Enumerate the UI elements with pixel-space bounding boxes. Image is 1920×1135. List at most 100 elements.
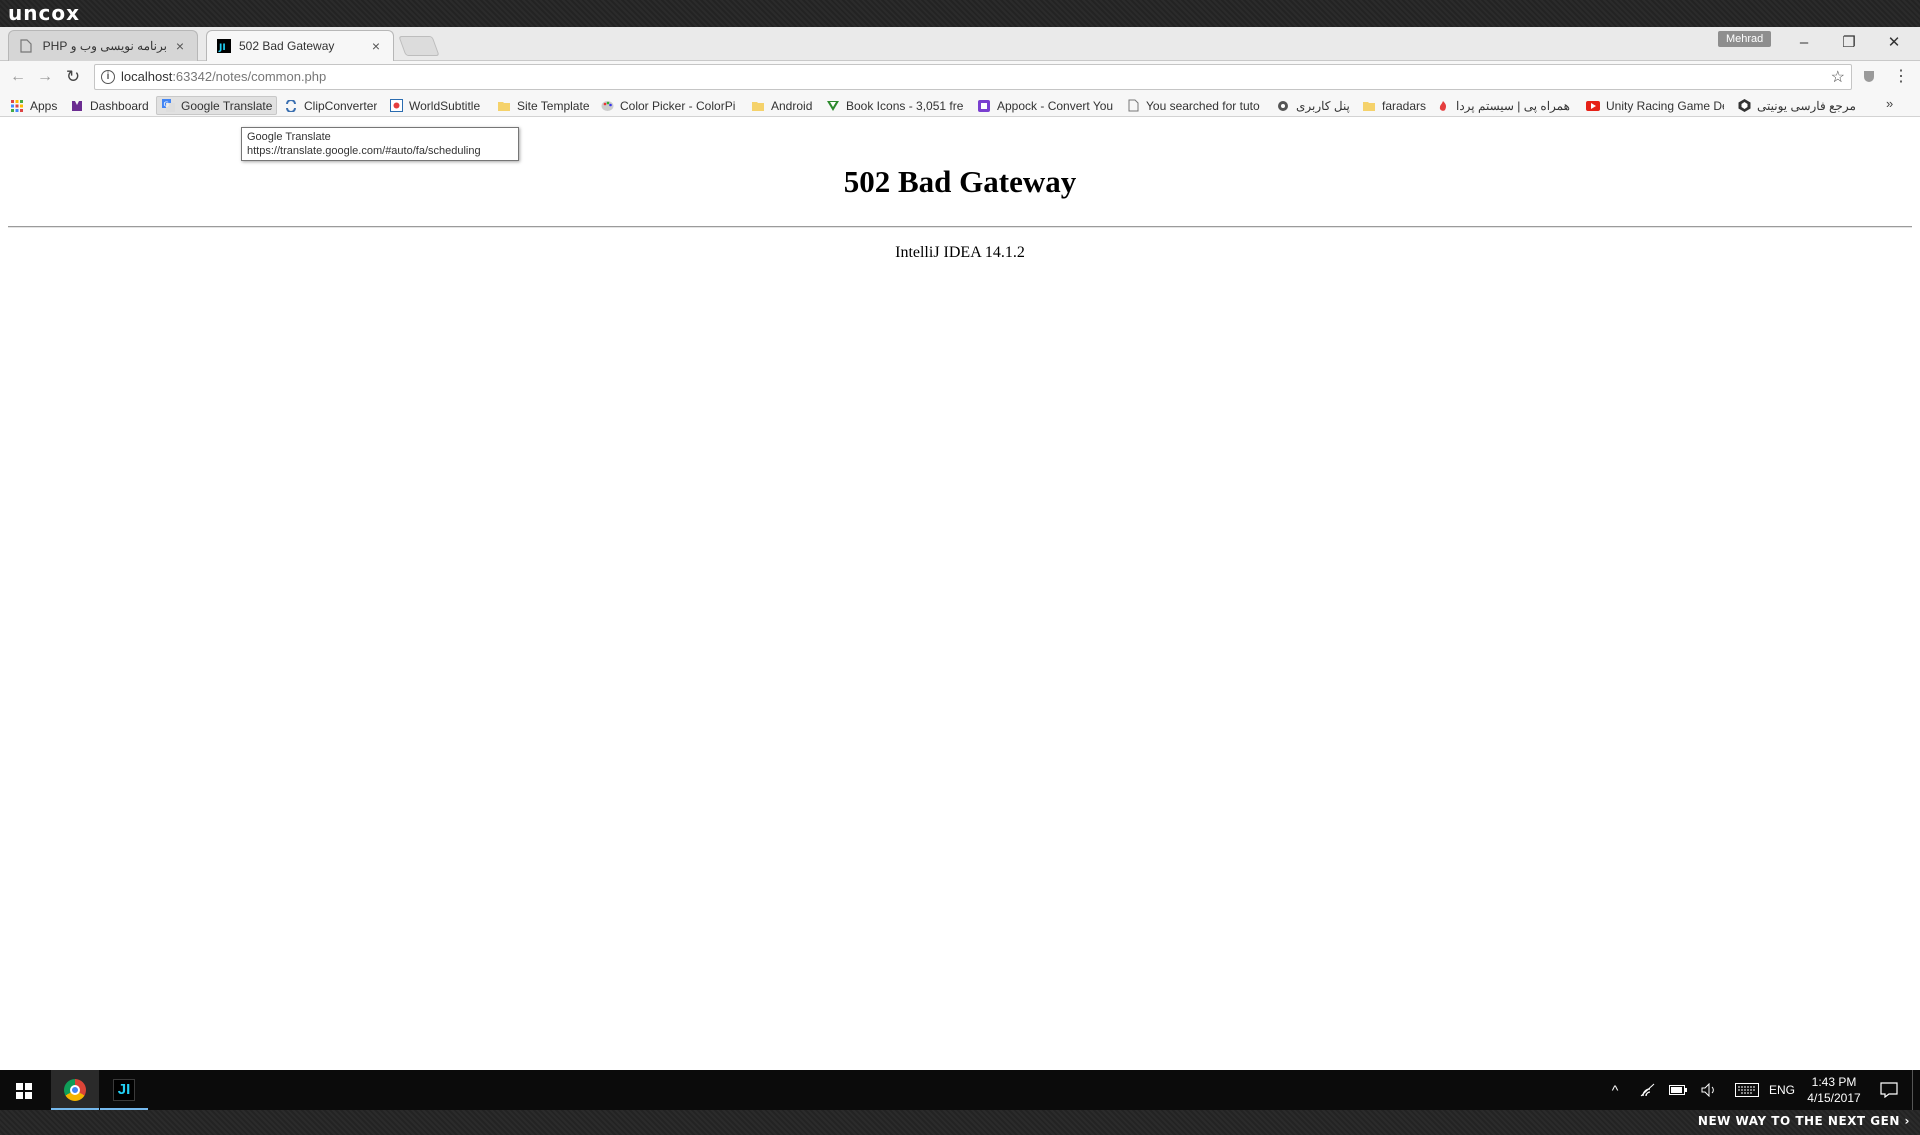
bookmark-label: You searched for tuto [1146,98,1260,113]
address-bar[interactable]: i localhost:63342/notes/common.php ☆ [94,64,1852,90]
tab-bad-gateway[interactable]: JI 502 Bad Gateway × [206,30,394,61]
page-icon [1126,99,1140,113]
book-icons-icon [826,99,840,113]
bookmark-label: Android [771,98,813,113]
bookmark-search-results[interactable]: You searched for tuto [1126,96,1264,115]
bookmarks-bar: Apps Dashboard G Google Translate ClipCo… [0,93,1920,117]
bookmark-label: Dashboard [90,98,149,113]
bookmark-unity-racing[interactable]: Unity Racing Game De [1586,96,1724,115]
clock-date: 4/15/2017 [1807,1091,1861,1105]
show-hidden-icons-button[interactable]: ^ [1603,1070,1627,1110]
screen: uncox برنامه نویسی وب و PHP د × JI 502 B… [0,0,1920,1135]
bookmark-color-picker[interactable]: Color Picker - ColorPi [600,96,740,115]
tab-strip: برنامه نویسی وب و PHP د × JI 502 Bad Gat… [0,27,1920,61]
bookmark-google-translate[interactable]: G Google Translate [156,96,278,115]
apps-grid-icon [10,99,24,113]
server-signature: IntelliJ IDEA 14.1.2 [895,244,1025,261]
bookmark-unity-reference[interactable]: مرجع فارسی یونیتی [1737,96,1856,115]
url-path: :63342/notes/common.php [172,69,327,84]
bookmark-dashboard[interactable]: Dashboard [70,96,149,115]
bottom-banner: NEW WAY TO THE NEXT GEN › [0,1110,1920,1135]
taskbar-intellij[interactable]: JI [100,1070,148,1110]
tab-close-button[interactable]: × [173,38,187,54]
system-clock[interactable]: 1:43 PM 4/15/2017 [1798,1074,1870,1106]
bookmark-book-icons[interactable]: Book Icons - 3,051 fre [826,96,966,115]
bookmark-label: Unity Racing Game De [1606,98,1724,113]
bookmark-apps[interactable]: Apps [10,96,57,115]
clock-time: 1:43 PM [1811,1075,1857,1089]
extension-icon[interactable] [1860,68,1878,86]
network-icon[interactable] [1636,1070,1660,1110]
taskbar-chrome[interactable] [51,1070,99,1110]
bookmark-label: WorldSubtitle [409,98,481,113]
intellij-icon: JI [217,39,231,53]
horizontal-rule [8,226,1912,228]
dashboard-icon [70,99,84,113]
bookmark-label: Book Icons - 3,051 fre [846,98,964,113]
bookmark-label: Google Translate [181,98,273,113]
folder-icon [751,99,765,113]
minimize-button[interactable]: – [1784,31,1824,55]
restore-button[interactable]: ❐ [1829,31,1869,55]
reload-button[interactable]: ↻ [61,65,85,89]
taskbar: JI ^ ENG 1:43 PM 4/15/2017 [0,1070,1920,1110]
bookmark-hamrahpay[interactable]: همراه پی | سیستم پردا [1436,96,1576,115]
bookmark-star-icon[interactable]: ☆ [1831,67,1845,87]
clipconverter-icon [284,99,298,113]
bookmark-label: ClipConverter [304,98,378,113]
close-window-button[interactable]: ✕ [1874,31,1914,55]
palette-icon [600,99,614,113]
bookmark-faradars[interactable]: faradars [1362,96,1426,115]
tab-close-button[interactable]: × [369,38,383,54]
url-host: localhost [121,69,173,84]
bookmark-site-template[interactable]: Site Template [497,96,590,115]
start-button[interactable] [0,1070,48,1110]
back-button[interactable]: ← [6,65,30,89]
brand-logo: uncox [8,1,80,25]
page-content: 502 Bad Gateway IntelliJ IDEA 14.1.2 [0,118,1920,1070]
bookmark-label: مرجع فارسی یونیتی [1757,98,1856,113]
volume-icon[interactable] [1697,1070,1721,1110]
browser-window: برنامه نویسی وب و PHP د × JI 502 Bad Gat… [0,27,1920,1070]
action-center-icon[interactable] [1874,1070,1904,1110]
new-tab-button[interactable] [398,36,440,56]
gear-icon [1276,99,1290,113]
profile-badge[interactable]: Mehrad [1718,31,1772,47]
show-desktop-divider[interactable] [1912,1070,1913,1110]
tooltip-url: https://translate.google.com/#auto/fa/sc… [247,145,481,157]
unity-icon [1737,99,1751,113]
tab-title: برنامه نویسی وب و PHP د [41,39,167,53]
appock-icon [977,99,991,113]
bookmark-clipconverter[interactable]: ClipConverter [284,96,377,115]
info-icon[interactable]: i [101,70,115,84]
bookmark-label: Appock - Convert You [997,98,1113,113]
page-icon [19,39,33,53]
error-heading: 502 Bad Gateway [843,164,1077,199]
chrome-menu-icon[interactable]: ⋮ [1893,65,1909,89]
brand-bar: uncox [0,0,1920,27]
url-text[interactable]: localhost:63342/notes/common.php [121,69,326,84]
bookmark-user-panel[interactable]: پنل کاربری [1276,96,1350,115]
bookmarks-overflow-button[interactable]: » [1886,96,1893,111]
touch-keyboard-icon[interactable] [1732,1070,1762,1110]
intellij-icon: JI [113,1079,135,1101]
folder-icon [1362,99,1376,113]
browser-toolbar: ← → ↻ i localhost:63342/notes/common.php… [0,61,1920,93]
chrome-icon [64,1079,86,1101]
tooltip-title: Google Translate [247,131,331,143]
bookmark-appock[interactable]: Appock - Convert You [977,96,1113,115]
input-language-indicator[interactable]: ENG [1766,1070,1798,1110]
svg-text:JI: JI [218,43,226,53]
translate-icon: G [161,99,175,113]
hamrahpay-icon [1436,99,1450,113]
folder-icon [497,99,511,113]
bookmark-label: faradars [1382,98,1427,113]
bookmark-tooltip: Google Translate https://translate.googl… [241,127,519,161]
bookmark-label: Apps [30,98,58,113]
bookmark-android[interactable]: Android [751,96,812,115]
forward-button[interactable]: → [33,65,57,89]
battery-icon[interactable] [1666,1070,1690,1110]
bookmark-label: پنل کاربری [1296,98,1350,113]
bookmark-worldsubtitle[interactable]: WorldSubtitle [389,96,480,115]
tab-php-tutorial[interactable]: برنامه نویسی وب و PHP د × [8,30,198,61]
